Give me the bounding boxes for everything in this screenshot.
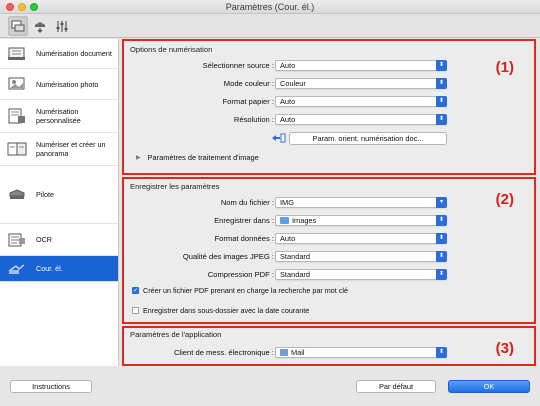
sidebar-item-driver[interactable]: Pilote <box>0 166 118 224</box>
sidebar-item-photo-scan[interactable]: Numérisation photo <box>0 69 118 100</box>
section-number-3: (3) <box>495 340 514 357</box>
email-client-dropdown[interactable]: Mail ⬍ <box>275 347 447 358</box>
sidebar-item-label: OCR <box>36 235 52 244</box>
sidebar-item-ocr[interactable]: OCR <box>0 224 118 256</box>
scan-from-panel-icon <box>35 21 45 33</box>
scan-from-computer-icon <box>11 20 25 31</box>
checkmark-icon: ✓ <box>132 287 139 294</box>
save-in-label: Enregistrer dans : <box>214 216 274 225</box>
title-bar: Paramètres (Cour. él.) <box>0 0 540 14</box>
photo-scan-icon <box>4 73 30 95</box>
select-source-label: Sélectionner source : <box>202 61 274 70</box>
app-settings-title: Paramètres de l'application <box>130 330 222 339</box>
save-settings-title: Enregistrer les paramètres <box>130 182 220 191</box>
sidebar: Numérisation document Numérisation photo… <box>0 39 119 366</box>
ocr-icon <box>4 229 30 251</box>
image-processing-disclosure[interactable]: ▶ Paramètres de traitement d'image <box>136 153 259 162</box>
disclosure-triangle-icon: ▶ <box>136 155 141 161</box>
toolbar <box>0 14 540 38</box>
stitch-scan-icon <box>4 138 30 160</box>
chevron-updown-icon: ⬍ <box>436 96 447 107</box>
sidebar-item-document-scan[interactable]: Numérisation document <box>0 39 118 69</box>
section-number-1: (1) <box>495 59 514 76</box>
chevron-updown-icon: ⬍ <box>436 347 447 358</box>
searchable-pdf-checkbox[interactable]: ✓ Créer un fichier PDF prenant en charge… <box>132 286 348 295</box>
sidebar-item-label: Cour. él. <box>36 264 63 273</box>
color-mode-dropdown[interactable]: Couleur ⬍ <box>275 78 447 89</box>
sidebar-item-email[interactable]: Cour. él. <box>0 256 118 282</box>
scan-orientation-button[interactable]: Param. orient. numérisation doc... <box>289 132 447 145</box>
driver-icon <box>4 184 30 206</box>
folder-icon <box>280 217 289 224</box>
paper-size-label: Format papier : <box>222 97 275 106</box>
chevron-down-icon: ▾ <box>436 197 447 208</box>
chevron-updown-icon: ⬍ <box>436 78 447 89</box>
ok-button[interactable]: OK <box>448 380 530 393</box>
paper-size-dropdown[interactable]: Auto ⬍ <box>275 96 447 107</box>
scan-options-section: Options de numérisation (1) Sélectionner… <box>122 39 536 175</box>
scan-options-title: Options de numérisation <box>130 45 213 54</box>
data-format-label: Format données : <box>214 234 274 243</box>
color-mode-label: Mode couleur : <box>223 79 274 88</box>
instructions-button[interactable]: Instructions <box>10 380 92 393</box>
general-settings-icon <box>56 20 68 32</box>
sidebar-item-label: Numériser et créer un panorama <box>36 140 106 158</box>
save-settings-section: Enregistrer les paramètres (2) Nom du fi… <box>122 177 536 324</box>
sidebar-item-label: Numérisation personnalisée <box>36 107 81 125</box>
select-source-dropdown[interactable]: Auto ⬍ <box>275 60 447 71</box>
save-in-dropdown[interactable]: Images ⬍ <box>275 215 447 226</box>
window-title: Paramètres (Cour. él.) <box>225 2 315 12</box>
pdf-compression-dropdown[interactable]: Standard ⬍ <box>275 269 447 280</box>
document-scan-icon <box>4 43 30 65</box>
subfolder-date-checkbox[interactable]: Enregistrer dans sous-dossier avec la da… <box>132 306 309 315</box>
sidebar-item-stitch-scan[interactable]: Numériser et créer un panorama <box>0 133 118 166</box>
chevron-updown-icon: ⬍ <box>436 60 447 71</box>
chevron-updown-icon: ⬍ <box>436 233 447 244</box>
chevron-updown-icon: ⬍ <box>436 251 447 262</box>
section-number-2: (2) <box>495 191 514 208</box>
chevron-updown-icon: ⬍ <box>436 269 447 280</box>
email-client-label: Client de mess. électronique : <box>173 348 274 357</box>
pdf-compression-label: Compression PDF : <box>207 270 274 279</box>
sidebar-item-label: Numérisation photo <box>36 79 99 89</box>
sidebar-item-label: Numérisation document <box>36 49 112 58</box>
sidebar-item-custom-scan[interactable]: Numérisation personnalisée <box>0 100 118 133</box>
filename-label: Nom du fichier : <box>220 198 274 207</box>
defaults-button[interactable]: Par défaut <box>356 380 436 393</box>
general-settings-tab[interactable] <box>52 16 72 36</box>
chevron-updown-icon: ⬍ <box>436 215 447 226</box>
sidebar-item-label: Pilote <box>36 190 54 199</box>
data-format-dropdown[interactable]: Auto ⬍ <box>275 233 447 244</box>
filename-combobox[interactable]: IMG ▾ <box>275 197 447 208</box>
jpeg-quality-label: Qualité des images JPEG : <box>182 252 274 261</box>
custom-scan-icon <box>4 105 30 127</box>
resolution-dropdown[interactable]: Auto ⬍ <box>275 114 447 125</box>
orientation-icon <box>272 133 286 143</box>
email-icon <box>4 258 30 280</box>
jpeg-quality-dropdown[interactable]: Standard ⬍ <box>275 251 447 262</box>
mail-app-icon <box>280 349 288 356</box>
scan-from-panel-tab[interactable] <box>30 16 50 36</box>
chevron-updown-icon: ⬍ <box>436 114 447 125</box>
app-settings-section: Paramètres de l'application (3) Client d… <box>122 326 536 366</box>
resolution-label: Résolution : <box>233 115 274 124</box>
scan-from-computer-tab[interactable] <box>8 16 28 36</box>
